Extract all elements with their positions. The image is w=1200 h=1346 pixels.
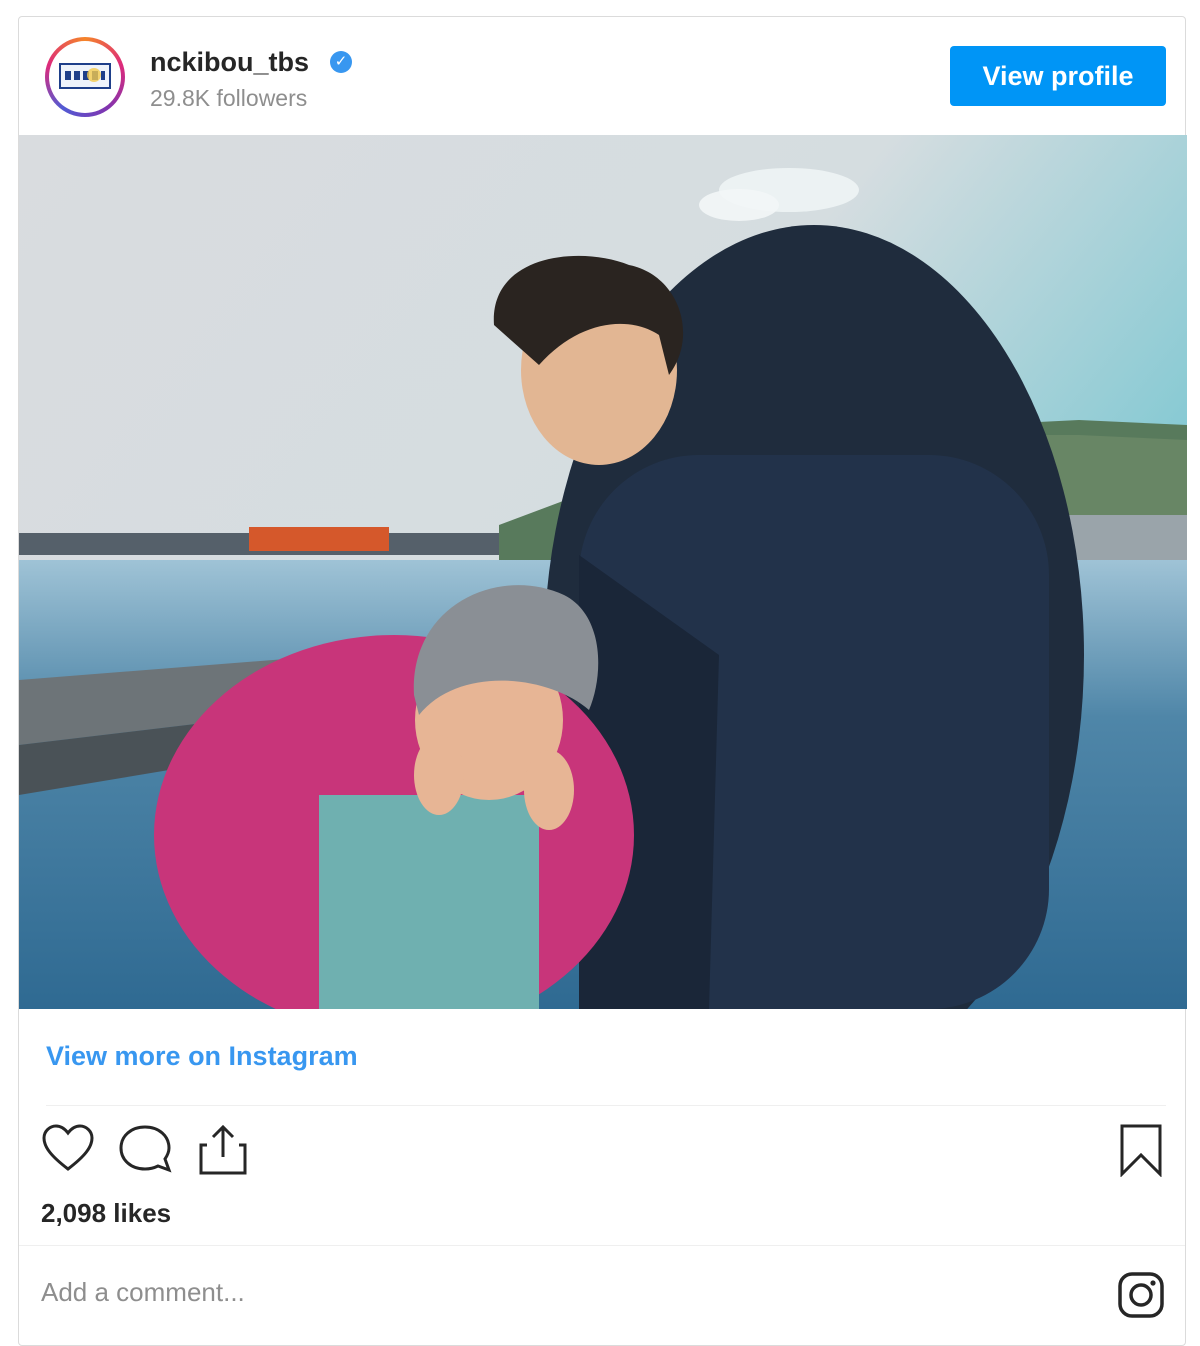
verified-badge-icon: ✓: [330, 51, 352, 73]
instagram-embed-card: nckibou_tbs ✓ 29.8K followers View profi…: [18, 16, 1187, 1346]
post-header: nckibou_tbs ✓ 29.8K followers View profi…: [19, 17, 1185, 135]
comment-input[interactable]: [41, 1277, 641, 1308]
share-icon[interactable]: [197, 1123, 249, 1177]
divider: [46, 1105, 1166, 1106]
post-photo[interactable]: [19, 135, 1187, 1009]
follower-count: 29.8K followers: [150, 85, 308, 111]
avatar-image: [49, 41, 121, 113]
divider: [19, 1245, 1185, 1246]
action-bar: [19, 1117, 1185, 1183]
view-profile-button[interactable]: View profile: [950, 46, 1166, 106]
bookmark-icon[interactable]: [1119, 1123, 1163, 1177]
account-logo-icon: [59, 63, 111, 89]
instagram-logo-icon[interactable]: [1117, 1271, 1165, 1319]
username[interactable]: nckibou_tbs: [150, 47, 309, 78]
comment-bubble-icon[interactable]: [117, 1123, 173, 1175]
view-more-link[interactable]: View more on Instagram: [46, 1041, 358, 1072]
avatar[interactable]: [45, 37, 125, 117]
heart-icon[interactable]: [41, 1123, 95, 1173]
photo-scene: [19, 135, 1187, 1009]
like-count: 2,098 likes: [41, 1198, 172, 1228]
